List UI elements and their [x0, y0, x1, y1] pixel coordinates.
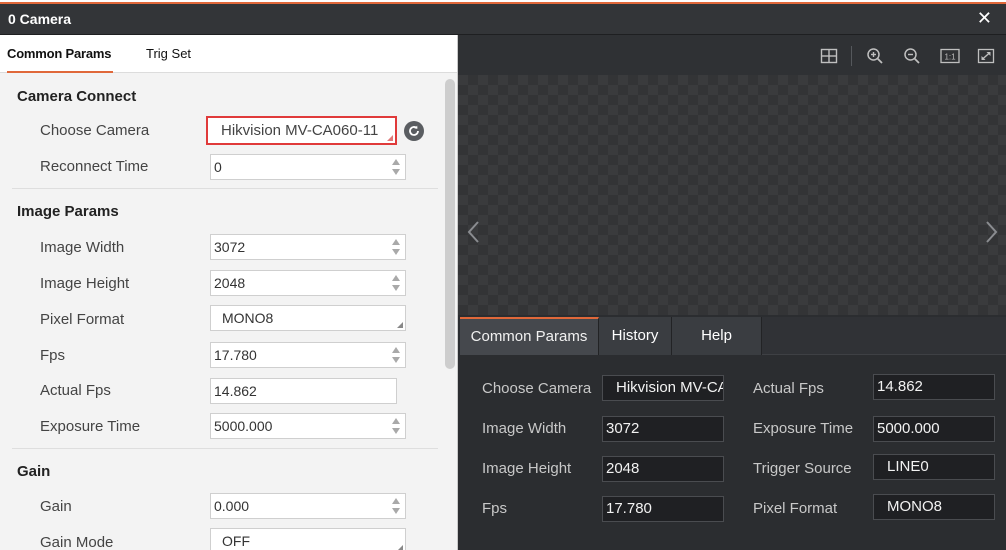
tab-trig-set[interactable]: Trig Set — [146, 46, 191, 61]
param-value: 17.780 — [606, 500, 652, 517]
window-title: 0 Camera — [8, 11, 72, 27]
image-width-input[interactable]: 3072 — [210, 234, 406, 260]
gain-input[interactable]: 0.000 — [210, 493, 406, 519]
prev-image-icon[interactable] — [466, 220, 480, 244]
reconnect-time-value: 0 — [214, 159, 222, 175]
spinner-icon[interactable] — [392, 238, 400, 256]
image-height-value: 2048 — [214, 275, 246, 291]
param-label: Fps — [482, 500, 508, 517]
gain-mode-label: Gain Mode — [40, 534, 114, 550]
choose-camera-value: Hikvision MV-CA060-11 — [221, 122, 379, 139]
image-viewer[interactable] — [458, 75, 1006, 315]
gain-label: Gain — [40, 498, 72, 515]
dropdown-corner-icon — [397, 545, 403, 550]
gain-mode-value: OFF — [222, 533, 250, 549]
actual-fps-value: 14.862 — [214, 383, 257, 399]
divider — [12, 188, 438, 189]
exposure-time-label: Exposure Time — [40, 418, 141, 435]
param-value-box: MONO8 — [873, 494, 995, 520]
section-image-params: Image Params — [17, 203, 119, 220]
param-value: 14.862 — [877, 378, 923, 395]
settings-tabs: Common Params Trig Set — [0, 35, 457, 73]
gain-mode-select[interactable]: OFF — [210, 528, 406, 550]
reconnect-time-label: Reconnect Time — [40, 158, 149, 175]
zoom-in-icon[interactable] — [866, 47, 884, 65]
title-bar: 0 Camera ✕ — [0, 4, 1006, 35]
fps-value: 17.780 — [214, 347, 257, 363]
refresh-icon[interactable] — [404, 121, 424, 141]
param-label: Pixel Format — [753, 500, 838, 517]
fps-label: Fps — [40, 347, 66, 364]
image-height-input[interactable]: 2048 — [210, 270, 406, 296]
actual-size-label: 1:1 — [944, 53, 956, 62]
settings-scrollbar[interactable] — [445, 79, 455, 369]
image-width-value: 3072 — [214, 239, 246, 255]
pixel-format-label: Pixel Format — [40, 311, 125, 328]
next-image-icon[interactable] — [985, 220, 999, 244]
settings-panel: Common Params Trig Set Camera Connect Ch… — [0, 35, 458, 550]
gain-value: 0.000 — [214, 498, 250, 514]
image-width-label: Image Width — [40, 239, 125, 256]
param-value: Hikvision MV-CA060-11 — [616, 379, 724, 396]
tab-history[interactable]: History — [599, 317, 672, 355]
image-height-label: Image Height — [40, 275, 130, 292]
param-label: Actual Fps — [753, 380, 824, 397]
param-value: 3072 — [606, 420, 640, 437]
param-label: Trigger Source — [753, 460, 852, 477]
image-toolbar: 1:1 — [458, 35, 1006, 75]
dropdown-corner-icon — [387, 135, 393, 141]
tab-help[interactable]: Help — [672, 317, 762, 355]
spinner-icon[interactable] — [392, 346, 400, 364]
param-label: Choose Camera — [482, 380, 592, 397]
tab-common-params-bottom[interactable]: Common Params — [460, 317, 599, 355]
fit-window-icon[interactable] — [977, 47, 995, 65]
pixel-format-value: MONO8 — [222, 310, 274, 326]
spinner-icon[interactable] — [392, 417, 400, 435]
choose-camera-select[interactable]: Hikvision MV-CA060-11 — [206, 116, 397, 145]
param-value: LINE0 — [887, 458, 929, 475]
param-value-box: 2048 — [602, 456, 724, 482]
preview-panel: 1:1 Common Params History Help Choose Ca… — [458, 35, 1006, 550]
zoom-out-icon[interactable] — [903, 47, 921, 65]
param-tabs: Common Params History Help — [460, 317, 1006, 355]
actual-fps-label: Actual Fps — [40, 382, 111, 399]
tab-common-params[interactable]: Common Params — [7, 46, 113, 73]
exposure-time-value: 5000.000 — [214, 418, 273, 434]
reconnect-time-input[interactable]: 0 — [210, 154, 406, 180]
param-label: Image Height — [482, 460, 572, 477]
param-value-box: 5000.000 — [873, 416, 995, 442]
param-value-box: LINE0 — [873, 454, 995, 480]
fps-input[interactable]: 17.780 — [210, 342, 406, 368]
param-value-box: 14.862 — [873, 374, 995, 400]
spinner-icon[interactable] — [392, 274, 400, 292]
param-value: 5000.000 — [877, 420, 940, 437]
actual-fps-field: 14.862 — [210, 378, 397, 404]
actual-size-icon[interactable]: 1:1 — [940, 47, 960, 65]
toolbar-separator — [851, 46, 852, 66]
param-label: Exposure Time — [753, 420, 854, 437]
param-label: Image Width — [482, 420, 567, 437]
param-value-box: Hikvision MV-CA060-11 — [602, 375, 724, 401]
param-value-box: 3072 — [602, 416, 724, 442]
crosshair-icon[interactable] — [820, 47, 838, 65]
pixel-format-select[interactable]: MONO8 — [210, 305, 406, 331]
dropdown-corner-icon — [397, 322, 403, 328]
param-value: 2048 — [606, 460, 640, 477]
close-icon[interactable]: ✕ — [977, 8, 992, 29]
param-value-box: 17.780 — [602, 496, 724, 522]
spinner-icon[interactable] — [392, 497, 400, 515]
choose-camera-label: Choose Camera — [40, 122, 150, 139]
spinner-icon[interactable] — [392, 158, 400, 176]
section-camera-connect: Camera Connect — [17, 88, 137, 105]
exposure-time-input[interactable]: 5000.000 — [210, 413, 406, 439]
param-value: MONO8 — [887, 498, 943, 515]
divider — [12, 448, 438, 449]
section-gain: Gain — [17, 463, 51, 480]
